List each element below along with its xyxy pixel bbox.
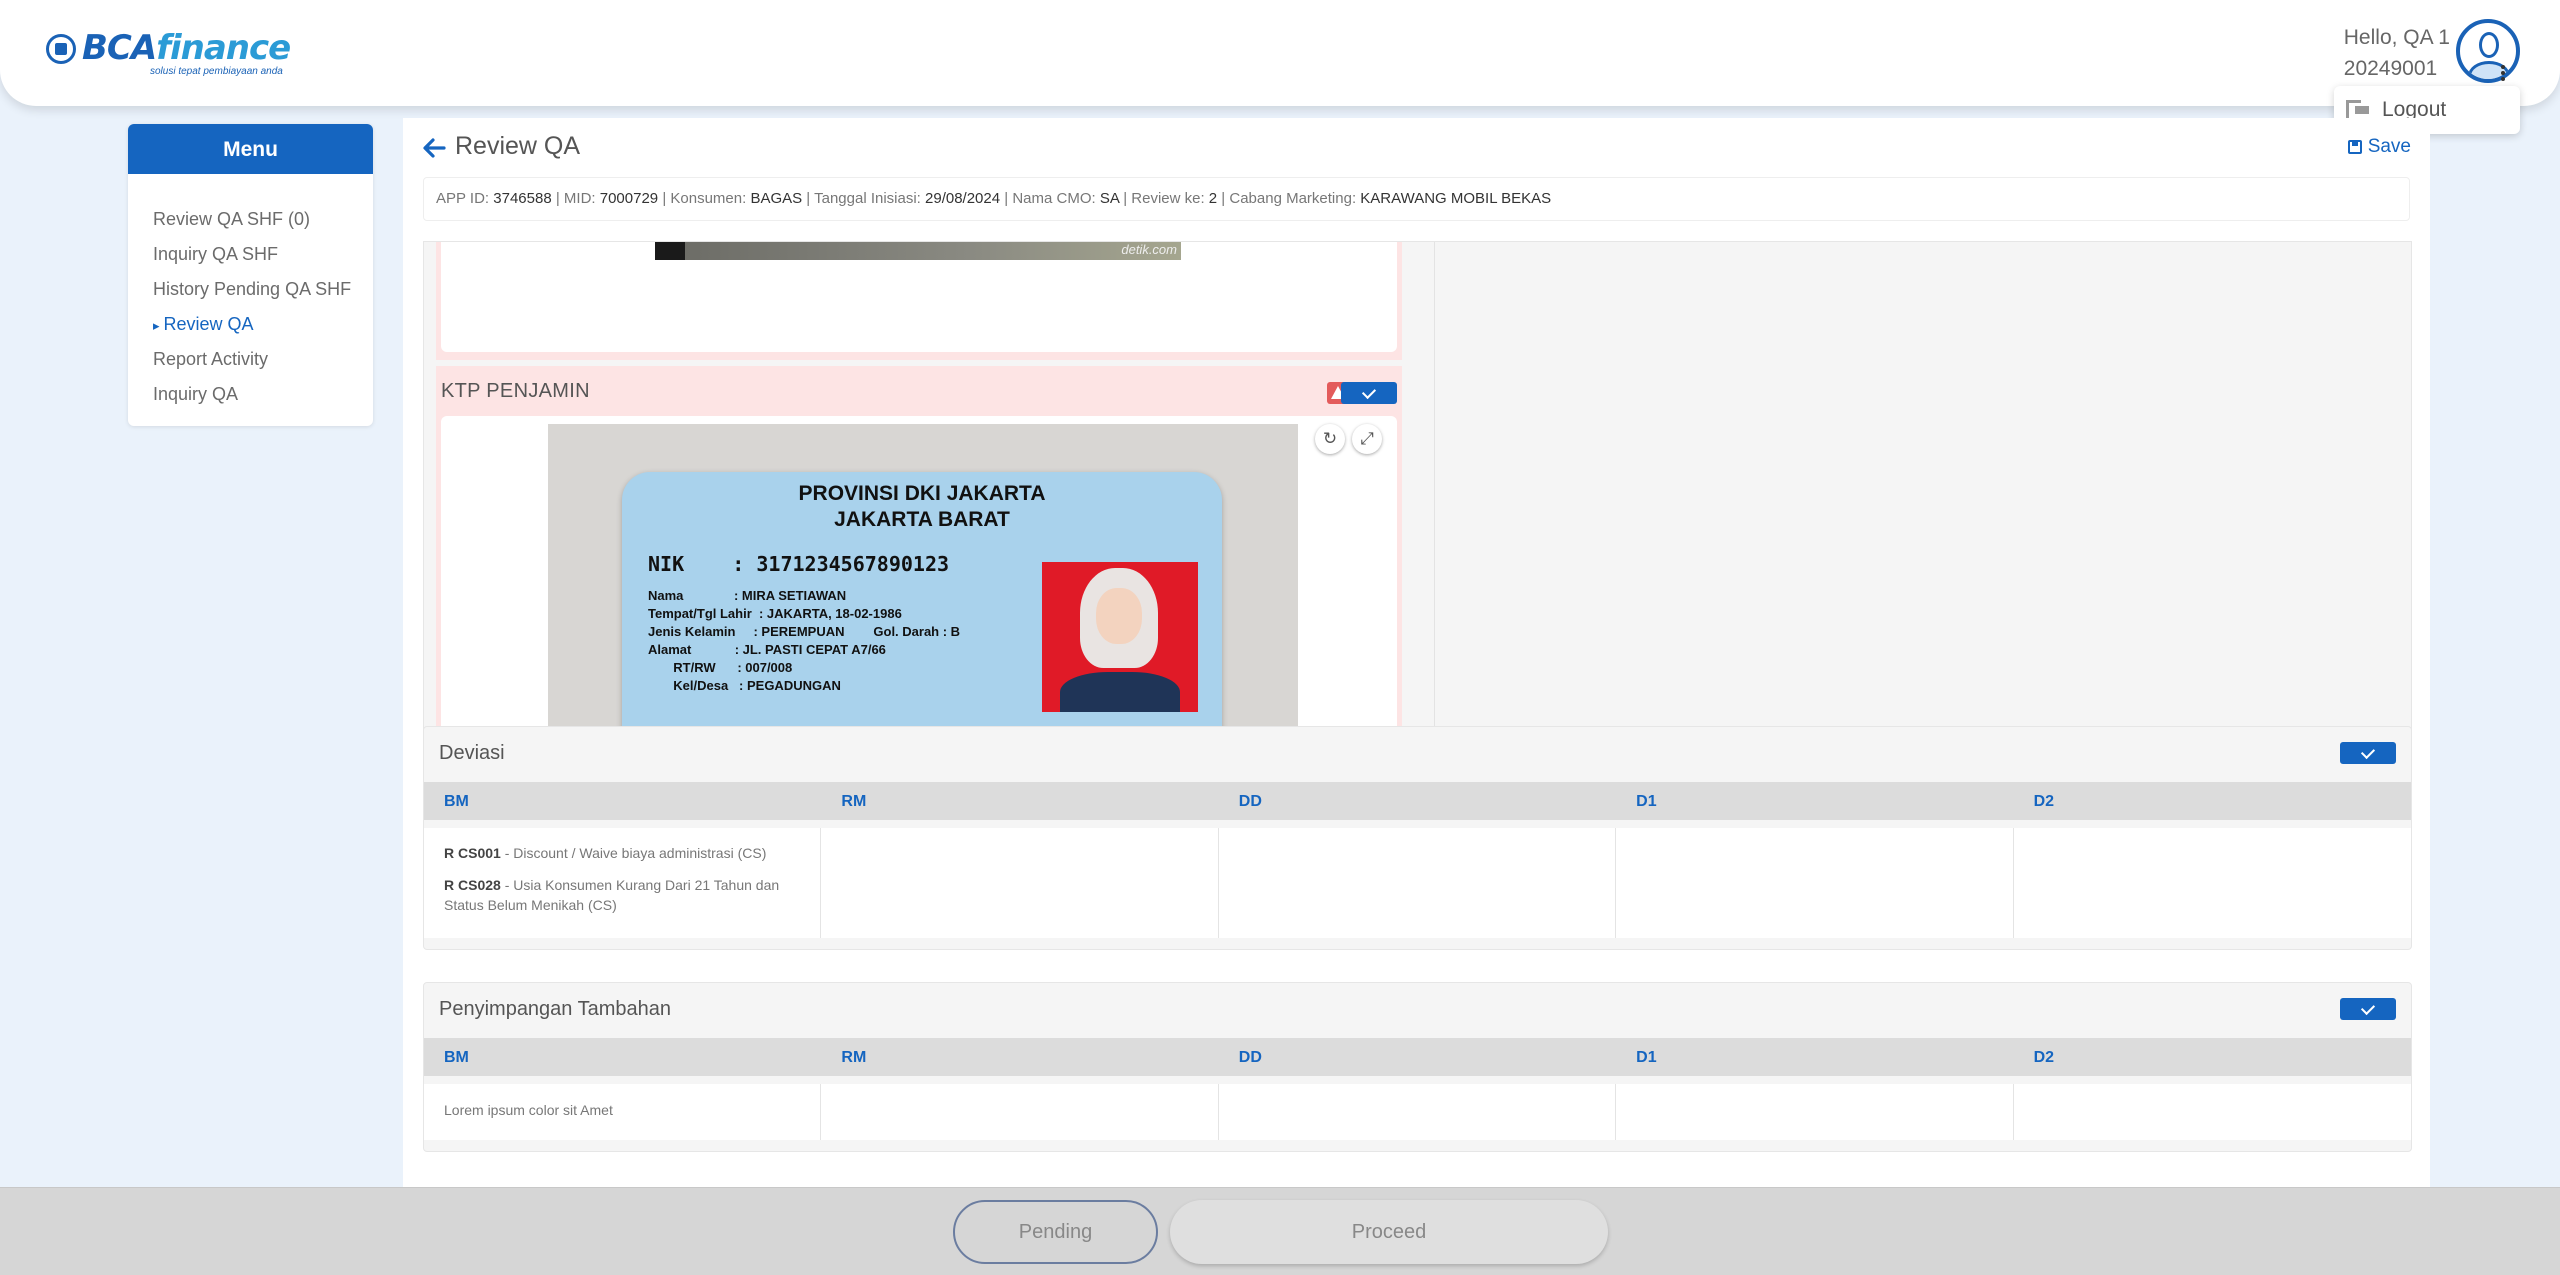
review-ke: 2 (1208, 190, 1218, 207)
ktp-field: Kel/Desa : PEGADUNGAN (648, 678, 841, 693)
main-content: Review QA Save APP ID: 3746588 | MID: 70… (403, 118, 2430, 1275)
tanggal-inisiasi: 29/08/2024 (925, 190, 1001, 207)
ktp-field: Jenis Kelamin : PEREMPUAN Gol. Darah : B (648, 624, 961, 639)
table-row: R CS001 - Discount / Waive biaya adminis… (424, 828, 2411, 938)
deviasi-approve-checkbox[interactable] (2340, 742, 2396, 764)
penyimpangan-cell-dd (1219, 1084, 1617, 1140)
sidebar-menu: Menu Review QA SHF (0) Inquiry QA SHF Hi… (128, 124, 373, 426)
ktp-portrait-photo (1042, 562, 1198, 712)
penyimpangan-tambahan-panel: Penyimpangan Tambahan BM RM DD D1 D2 Lor… (423, 982, 2412, 1152)
column-header-d2: D2 (2033, 793, 2055, 810)
sidebar-item-inquiry-qa[interactable]: Inquiry QA (128, 377, 373, 412)
nama-cmo: SA (1099, 190, 1120, 207)
ktp-field: Tempat/Tgl Lahir : JAKARTA, 18-02-1986 (648, 606, 902, 621)
column-header-bm: BM (444, 1049, 469, 1066)
sidebar-item-history-pending-qa-shf[interactable]: History Pending QA SHF (128, 272, 373, 307)
more-options-icon[interactable] (2501, 64, 2507, 84)
top-header: BCAfinance solusi tepat pembiayaan anda … (0, 0, 2560, 106)
proceed-button[interactable]: Proceed (1170, 1200, 1608, 1264)
column-header-rm: RM (841, 1049, 867, 1066)
image-watermark: detik.com (1121, 242, 1177, 257)
rotate-icon[interactable]: ↻ (1315, 424, 1345, 454)
deviasi-cell-dd (1219, 828, 1617, 938)
ktp-field: Alamat : JL. PASTI CEPAT A7/66 (648, 642, 886, 657)
penyimpangan-title: Penyimpangan Tambahan (439, 998, 672, 1020)
sidebar-item-review-qa[interactable]: Review QA (128, 307, 373, 342)
ktp-field: RT/RW : 007/008 (648, 660, 793, 675)
pending-button[interactable]: Pending (953, 1200, 1158, 1264)
logo-tagline: solusi tepat pembiayaan anda (150, 66, 283, 77)
previous-document-image: detik.com (655, 242, 1181, 260)
logo-icon (46, 34, 76, 64)
avatar[interactable] (2456, 19, 2520, 83)
user-info: Hello, QA 1 20249001 (2344, 22, 2450, 84)
table-row: Lorem ipsum color sit Amet (424, 1084, 2411, 1140)
save-icon (2347, 140, 2362, 154)
sidebar-item-report-activity[interactable]: Report Activity (128, 342, 373, 377)
deviasi-cell-d2 (2014, 828, 2411, 938)
sidebar-item-review-qa-shf[interactable]: Review QA SHF (0) (128, 202, 373, 237)
save-label: Save (2367, 136, 2411, 157)
deviasi-cell-d1 (1616, 828, 2014, 938)
column-header-dd: DD (1238, 793, 1262, 810)
greeting: Hello, QA 1 (2343, 26, 2450, 49)
sidebar-item-inquiry-qa-shf[interactable]: Inquiry QA SHF (128, 237, 373, 272)
app-id: 3746588 (493, 190, 552, 207)
ktp-approve-checkbox[interactable] (1341, 382, 1397, 404)
back-arrow-icon[interactable] (422, 136, 446, 160)
bca-finance-logo[interactable]: BCAfinance solusi tepat pembiayaan anda (46, 28, 291, 80)
deviasi-cell-bm: R CS001 - Discount / Waive biaya adminis… (424, 828, 822, 938)
column-header-d1: D1 (1636, 793, 1657, 810)
mid: 7000729 (599, 190, 659, 207)
konsumen: BAGAS (750, 190, 803, 207)
ktp-province: PROVINSI DKI JAKARTA (798, 482, 1046, 505)
ktp-city: JAKARTA BARAT (834, 508, 1010, 531)
penyimpangan-table-header: BM RM DD D1 D2 (424, 1038, 2411, 1076)
column-header-d1: D1 (1636, 1049, 1657, 1066)
deviasi-cell-rm (821, 828, 1219, 938)
column-header-d2: D2 (2033, 1049, 2055, 1066)
user-id: 20249001 (2343, 57, 2438, 80)
penyimpangan-approve-checkbox[interactable] (2340, 998, 2396, 1020)
ktp-nik: NIK : 3171234567890123 (648, 552, 950, 576)
penyimpangan-cell-d1 (1616, 1084, 2014, 1140)
ktp-section-title: KTP PENJAMIN (441, 380, 590, 402)
column-header-rm: RM (841, 793, 867, 810)
action-footer: Pending Proceed (0, 1187, 2560, 1275)
previous-document-panel: detik.com (436, 242, 1402, 360)
penyimpangan-cell-rm (821, 1084, 1219, 1140)
save-button[interactable]: Save (2347, 136, 2411, 158)
ktp-field: Nama : MIRA SETIAWAN (648, 588, 847, 603)
logo-brand-b: finance (156, 28, 291, 68)
fullscreen-icon[interactable]: ⤢ (1352, 424, 1382, 454)
penyimpangan-cell-d2 (2014, 1084, 2411, 1140)
deviasi-title: Deviasi (439, 742, 505, 764)
sidebar-title: Menu (128, 124, 373, 174)
deviasi-panel: Deviasi BM RM DD D1 D2 R CS001 - Discoun… (423, 726, 2412, 950)
penyimpangan-cell-bm: Lorem ipsum color sit Amet (424, 1084, 822, 1140)
column-header-dd: DD (1238, 1049, 1262, 1066)
logo-brand-a: BCA (82, 28, 157, 68)
deviasi-item: R CS001 - Discount / Waive biaya adminis… (444, 845, 767, 861)
cabang-marketing: KARAWANG MOBIL BEKAS (1360, 190, 1552, 207)
page-title: Review QA (455, 132, 581, 160)
application-info-bar: APP ID: 3746588 | MID: 7000729 | Konsume… (423, 177, 2410, 221)
column-header-bm: BM (444, 793, 469, 810)
deviasi-table-header: BM RM DD D1 D2 (424, 782, 2411, 820)
deviasi-item: R CS028 - Usia Konsumen Kurang Dari 21 T… (444, 877, 780, 913)
